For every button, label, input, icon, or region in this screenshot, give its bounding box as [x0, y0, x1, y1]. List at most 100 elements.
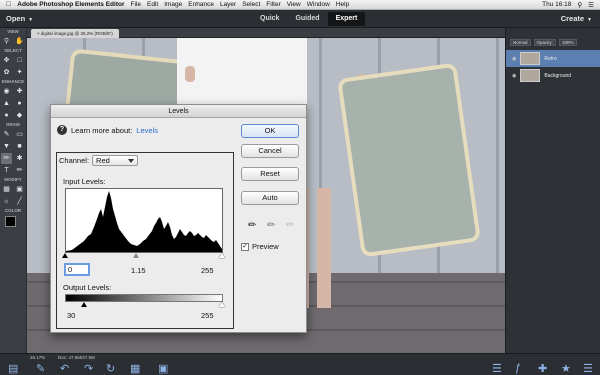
eyedropper-icon[interactable]: ✏ [1, 152, 12, 164]
menu-file[interactable]: File [131, 1, 141, 8]
tab-quick[interactable]: Quick [252, 12, 287, 26]
menu-window[interactable]: Window [307, 1, 330, 8]
auto-button[interactable]: Auto [241, 191, 299, 205]
document-tab[interactable]: × digital image.jpg @ 26.2% (RGB/8*) [31, 29, 119, 38]
lasso-icon[interactable]: ✿ [1, 67, 12, 78]
menu-view[interactable]: View [287, 1, 301, 8]
preview-label: Preview [252, 242, 279, 251]
output-black-handle[interactable] [81, 302, 87, 307]
learn-more-label: Learn more about: [71, 125, 133, 135]
chevron-down-icon [128, 159, 135, 163]
quick-select-icon[interactable]: ✦ [14, 67, 25, 78]
input-white-field[interactable]: 255 [201, 266, 214, 275]
layer-row[interactable]: ◉ Background [506, 67, 600, 84]
layer-row[interactable]: ◉ Retro [506, 50, 600, 67]
output-white-field[interactable]: 255 [201, 311, 214, 320]
section-select: SELECT [4, 48, 22, 53]
app-name[interactable]: Adobe Photoshop Elements Editor [17, 1, 124, 8]
sponge-icon[interactable]: ◆ [14, 110, 25, 121]
mode-switcher: Quick Guided Expert [252, 12, 366, 26]
layout-icon[interactable]: ▦ [130, 362, 140, 375]
output-levels-slider[interactable] [65, 302, 225, 309]
input-gamma-handle[interactable] [133, 253, 139, 258]
graphics-icon[interactable]: ✚ [538, 362, 547, 375]
black-eyedropper-icon[interactable]: ✏ [248, 220, 256, 231]
menu-enhance[interactable]: Enhance [188, 1, 214, 8]
crop-icon[interactable]: ▦ [1, 184, 12, 195]
favorites-icon[interactable]: ★ [561, 362, 571, 375]
hand-icon[interactable]: ✋ [14, 36, 25, 47]
effects-icon[interactable]: ƒ [515, 362, 521, 374]
rotate-icon[interactable]: ↻ [106, 362, 115, 375]
tab-expert[interactable]: Expert [327, 12, 366, 26]
zoom-icon[interactable]: ⚲ [1, 36, 12, 47]
reset-button[interactable]: Reset [241, 167, 299, 181]
notification-icon[interactable]: ☰ [588, 1, 594, 9]
dodge-icon[interactable]: ● [14, 98, 25, 109]
paint-bucket-icon[interactable]: ▼ [1, 141, 12, 152]
organizer-icon[interactable]: ▣ [158, 362, 168, 375]
tab-guided[interactable]: Guided [287, 12, 327, 26]
apple-icon[interactable]:  [6, 1, 11, 8]
opacity-field[interactable]: 100% [559, 39, 577, 46]
dialog-title[interactable]: Levels [51, 105, 306, 118]
menu-help[interactable]: Help [336, 1, 349, 8]
eraser-icon[interactable]: ▭ [14, 129, 25, 140]
input-levels-slider[interactable] [62, 253, 225, 260]
menu-image[interactable]: Image [164, 1, 182, 8]
eye-icon[interactable]: ◉ [1, 86, 12, 97]
stamp-icon[interactable]: ▲ [1, 98, 12, 109]
menu-layer[interactable]: Layer [220, 1, 236, 8]
photo-suitcase-right [337, 62, 481, 258]
channel-select[interactable]: Red [92, 155, 139, 166]
input-black-handle[interactable] [62, 253, 68, 258]
create-button[interactable]: Create ▼ [561, 14, 592, 23]
ok-button[interactable]: OK [241, 124, 299, 138]
more-icon[interactable]: ☰ [583, 362, 593, 375]
type-icon[interactable]: T [1, 165, 12, 176]
recompose-icon[interactable]: ▣ [14, 184, 25, 195]
marquee-icon[interactable]: □ [14, 55, 25, 66]
healing-icon[interactable]: ✚ [14, 86, 25, 97]
layers-panel: Normal Opacity: 100% ◉ Retro ◉ Backgroun… [505, 28, 600, 353]
redo-icon[interactable]: ↷ [84, 362, 93, 375]
preview-checkbox[interactable]: ✓ [241, 242, 249, 251]
eye-icon[interactable]: ◉ [512, 56, 516, 62]
photo-bin-icon[interactable]: ▤ [8, 362, 18, 375]
output-black-field[interactable]: 30 [67, 311, 75, 320]
brush-icon[interactable]: ✎ [1, 129, 12, 140]
layer-thumbnail [520, 69, 541, 82]
gradient-icon[interactable]: ■ [14, 141, 25, 152]
blend-mode-select[interactable]: Normal [510, 39, 531, 46]
foreground-color-swatch[interactable] [5, 216, 16, 227]
menu-edit[interactable]: Edit [147, 1, 158, 8]
input-gamma-field[interactable]: 1.15 [131, 266, 146, 275]
undo-icon[interactable]: ↶ [60, 362, 69, 375]
eye-icon[interactable]: ◉ [512, 73, 516, 79]
shape-icon[interactable]: ✱ [14, 153, 25, 164]
learn-more-link[interactable]: Levels [136, 126, 158, 135]
content-move-icon[interactable]: ☼ [1, 196, 12, 207]
spotlight-icon[interactable]: ⚲ [577, 1, 582, 9]
opacity-label: Opacity: [533, 39, 557, 46]
menu-select[interactable]: Select [242, 1, 260, 8]
layers-icon[interactable]: ☰ [492, 362, 502, 375]
blur-icon[interactable]: ● [1, 110, 12, 121]
open-button[interactable]: Open ▼ [6, 14, 33, 23]
cancel-button[interactable]: Cancel [241, 144, 299, 158]
move-icon[interactable]: ✥ [1, 55, 12, 66]
gray-eyedropper-icon[interactable]: ✏ [267, 220, 275, 231]
straighten-icon[interactable]: ╱ [14, 196, 25, 207]
white-eyedropper-icon[interactable]: ✏ [286, 220, 294, 231]
color-swatches[interactable] [0, 214, 26, 232]
preview-toggle[interactable]: ✓ Preview [241, 242, 279, 251]
tool-options-icon[interactable]: ✎ [36, 362, 45, 375]
input-white-handle[interactable] [219, 253, 225, 258]
tool-panel: VIEW ⚲ ✋ SELECT ✥ □ ✿ ✦ ENHANCE ◉ ✚ ▲ ● ● ◆ DR… [0, 28, 27, 353]
zoom-readout: 26.17% [30, 355, 46, 360]
output-white-handle[interactable] [219, 302, 225, 307]
menu-filter[interactable]: Filter [266, 1, 280, 8]
histogram [65, 188, 223, 253]
pencil-icon[interactable]: ✏ [14, 165, 25, 176]
input-black-field[interactable]: 0 [64, 263, 90, 276]
